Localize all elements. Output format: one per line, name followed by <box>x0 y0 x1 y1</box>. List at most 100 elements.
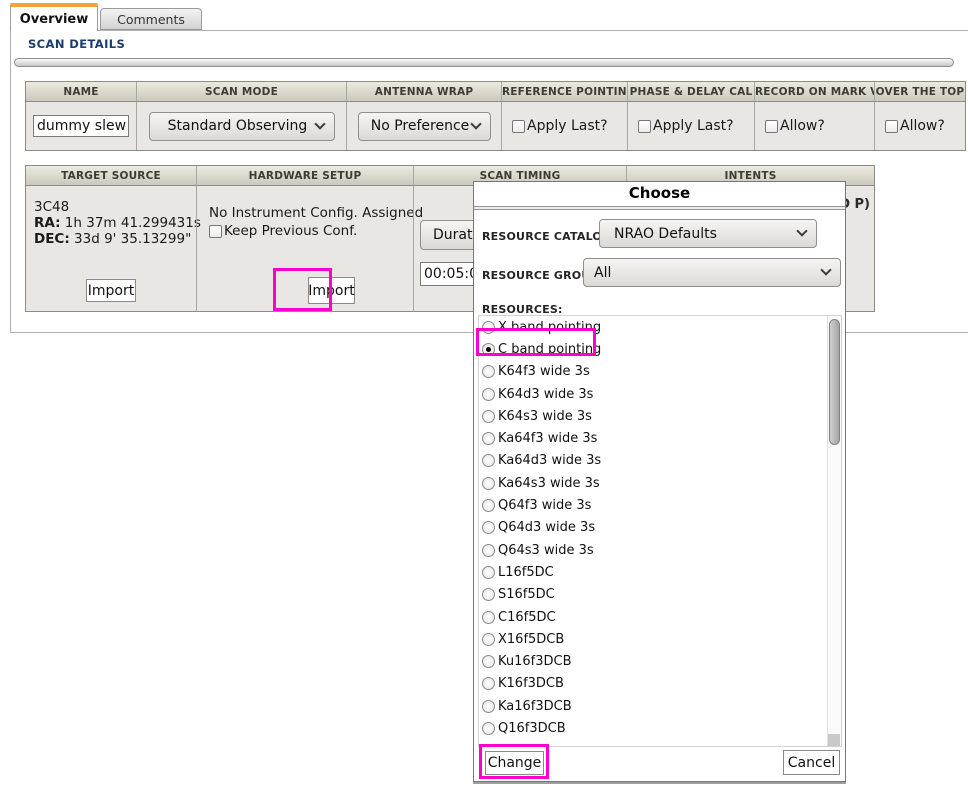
keep-previous-conf-checkbox[interactable] <box>209 225 222 238</box>
col-header-scan-mode: SCAN MODE <box>136 82 346 102</box>
resource-option-label: K64f3 <box>498 743 536 747</box>
col-header-antenna-wrap: ANTENNA WRAP <box>346 82 501 102</box>
resource-option[interactable]: Ka64s3 wide 3s <box>479 472 841 494</box>
chevron-down-icon <box>314 118 325 129</box>
radio-icon <box>482 633 495 646</box>
resource-option-label: K64s3 wide 3s <box>498 409 592 424</box>
resource-option-label: Ka64f3 wide 3s <box>498 431 597 446</box>
resource-option-label: Q64d3 wide 3s <box>498 520 595 535</box>
resource-option[interactable]: Q64f3 wide 3s <box>479 494 841 516</box>
resource-option-label: Q16f3DCB <box>498 721 566 736</box>
record-on-mark-v-cell: Allow? <box>754 102 874 150</box>
resource-option[interactable]: Ka64d3 wide 3s <box>479 450 841 472</box>
chevron-down-icon <box>796 225 807 236</box>
col-header-target-source: TARGET SOURCE <box>26 166 196 186</box>
choose-dialog: Choose RESOURCE CATALOG: NRAO Defaults R… <box>473 181 846 782</box>
cancel-button[interactable]: Cancel <box>783 750 840 775</box>
scan-mode-select[interactable]: Standard Observing <box>149 112 335 141</box>
radio-icon <box>482 410 495 423</box>
keep-previous-conf-label: Keep Previous Conf. <box>224 223 357 239</box>
resource-option[interactable]: C16f5DC <box>479 606 841 628</box>
dec-label: DEC: <box>34 231 70 247</box>
import-source-button[interactable]: Import <box>86 279 136 302</box>
radio-icon <box>482 432 495 445</box>
radio-icon <box>482 454 495 467</box>
vertical-scrollbar[interactable] <box>827 316 841 746</box>
resource-group-select[interactable]: All <box>583 258 841 287</box>
resource-option[interactable]: X16f5DCB <box>479 628 841 650</box>
radio-icon <box>482 388 495 401</box>
ra-value: 1h 37m 41.299431s <box>65 215 201 231</box>
resource-option[interactable]: L16f5DC <box>479 561 841 583</box>
resource-option[interactable]: K64f3 <box>479 740 841 747</box>
section-title: SCAN DETAILS <box>28 37 125 51</box>
resource-option[interactable]: S16f5DC <box>479 584 841 606</box>
radio-icon <box>482 700 495 713</box>
scrollbar-end[interactable] <box>828 734 840 746</box>
resource-option-label: Q64s3 wide 3s <box>498 543 594 558</box>
col-header-over-the-top: OVER THE TOP <box>874 82 965 102</box>
reference-pointing-cell: Apply Last? <box>501 102 627 150</box>
chevron-down-icon <box>470 118 481 129</box>
resource-option-label: Q64f3 wide 3s <box>498 498 591 513</box>
radio-icon <box>482 655 495 668</box>
tab-comments-label: Comments <box>117 12 185 27</box>
resource-catalog-select[interactable]: NRAO Defaults <box>599 219 817 248</box>
resource-option[interactable]: Ku16f3DCB <box>479 650 841 672</box>
scan-name-input[interactable]: dummy slew <box>33 115 129 137</box>
hardware-status: No Instrument Config. Assigned <box>209 205 423 221</box>
resource-option-label: K16f3DCB <box>498 676 564 691</box>
resource-option[interactable]: K64d3 wide 3s <box>479 383 841 405</box>
resources-list: X band pointing C band pointing K64f3 wide… <box>478 315 842 747</box>
radio-icon <box>482 744 495 747</box>
resource-option[interactable]: K64f3 wide 3s <box>479 361 841 383</box>
radio-icon <box>482 365 495 378</box>
resource-option[interactable]: C band pointing <box>479 338 841 360</box>
apply-last-checkbox[interactable] <box>512 120 525 133</box>
resource-option-label: L16f5DC <box>498 565 554 580</box>
allow-checkbox[interactable] <box>885 120 898 133</box>
resource-catalog-value: NRAO Defaults <box>614 226 798 242</box>
tab-overview-label: Overview <box>20 12 89 27</box>
resource-option-label: X band pointing <box>498 320 601 335</box>
tab-comments[interactable]: Comments <box>100 8 202 30</box>
col-header-hardware-setup: HARDWARE SETUP <box>196 166 413 186</box>
dialog-separator <box>474 206 845 210</box>
resource-option[interactable]: Ka64f3 wide 3s <box>479 427 841 449</box>
import-hardware-button[interactable]: Import <box>308 277 355 304</box>
scrollbar-thumb[interactable] <box>829 319 840 445</box>
allow-checkbox[interactable] <box>765 120 778 133</box>
resource-option-label: C band pointing <box>498 342 601 357</box>
resource-option[interactable]: X band pointing <box>479 316 841 338</box>
radio-icon <box>482 343 495 356</box>
hardware-setup-cell: No Instrument Config. Assigned Keep Prev… <box>196 186 413 311</box>
resource-option[interactable]: K64s3 wide 3s <box>479 405 841 427</box>
radio-icon <box>482 566 495 579</box>
resource-group-value: All <box>594 265 822 281</box>
resource-option[interactable]: Ka16f3DCB <box>479 695 841 717</box>
scan-settings-table: NAME SCAN MODE ANTENNA WRAP REFERENCE PO… <box>25 81 966 151</box>
resource-option[interactable]: Q64d3 wide 3s <box>479 517 841 539</box>
horizontal-scrollbar[interactable] <box>14 58 954 67</box>
allow-label: Allow? <box>780 118 825 134</box>
antenna-wrap-select[interactable]: No Preference <box>358 112 491 141</box>
app-window: Overview Comments SCAN DETAILS NAME SCAN… <box>0 0 968 789</box>
tab-overview[interactable]: Overview <box>10 3 98 31</box>
radio-icon <box>482 611 495 624</box>
resource-option-label: K64d3 wide 3s <box>498 387 593 402</box>
radio-icon <box>482 544 495 557</box>
resource-option-label: Ka64s3 wide 3s <box>498 476 600 491</box>
resource-option[interactable]: K16f3DCB <box>479 673 841 695</box>
change-button[interactable]: Change <box>485 751 544 775</box>
radio-icon <box>482 321 495 334</box>
scan-mode-cell: Standard Observing <box>136 102 346 150</box>
dec-value: 33d 9' 35.13299" <box>74 231 191 247</box>
resource-option-label: C16f5DC <box>498 610 556 625</box>
col-header-phase-delay-cal: PHASE & DELAY CAL <box>627 82 754 102</box>
resource-option[interactable]: Q16f3DCB <box>479 717 841 739</box>
col-header-record-on-mark-v: RECORD ON MARK V <box>754 82 874 102</box>
radio-icon <box>482 677 495 690</box>
resource-option[interactable]: Q64s3 wide 3s <box>479 539 841 561</box>
apply-last-checkbox[interactable] <box>638 120 651 133</box>
antenna-wrap-cell: No Preference <box>346 102 501 150</box>
